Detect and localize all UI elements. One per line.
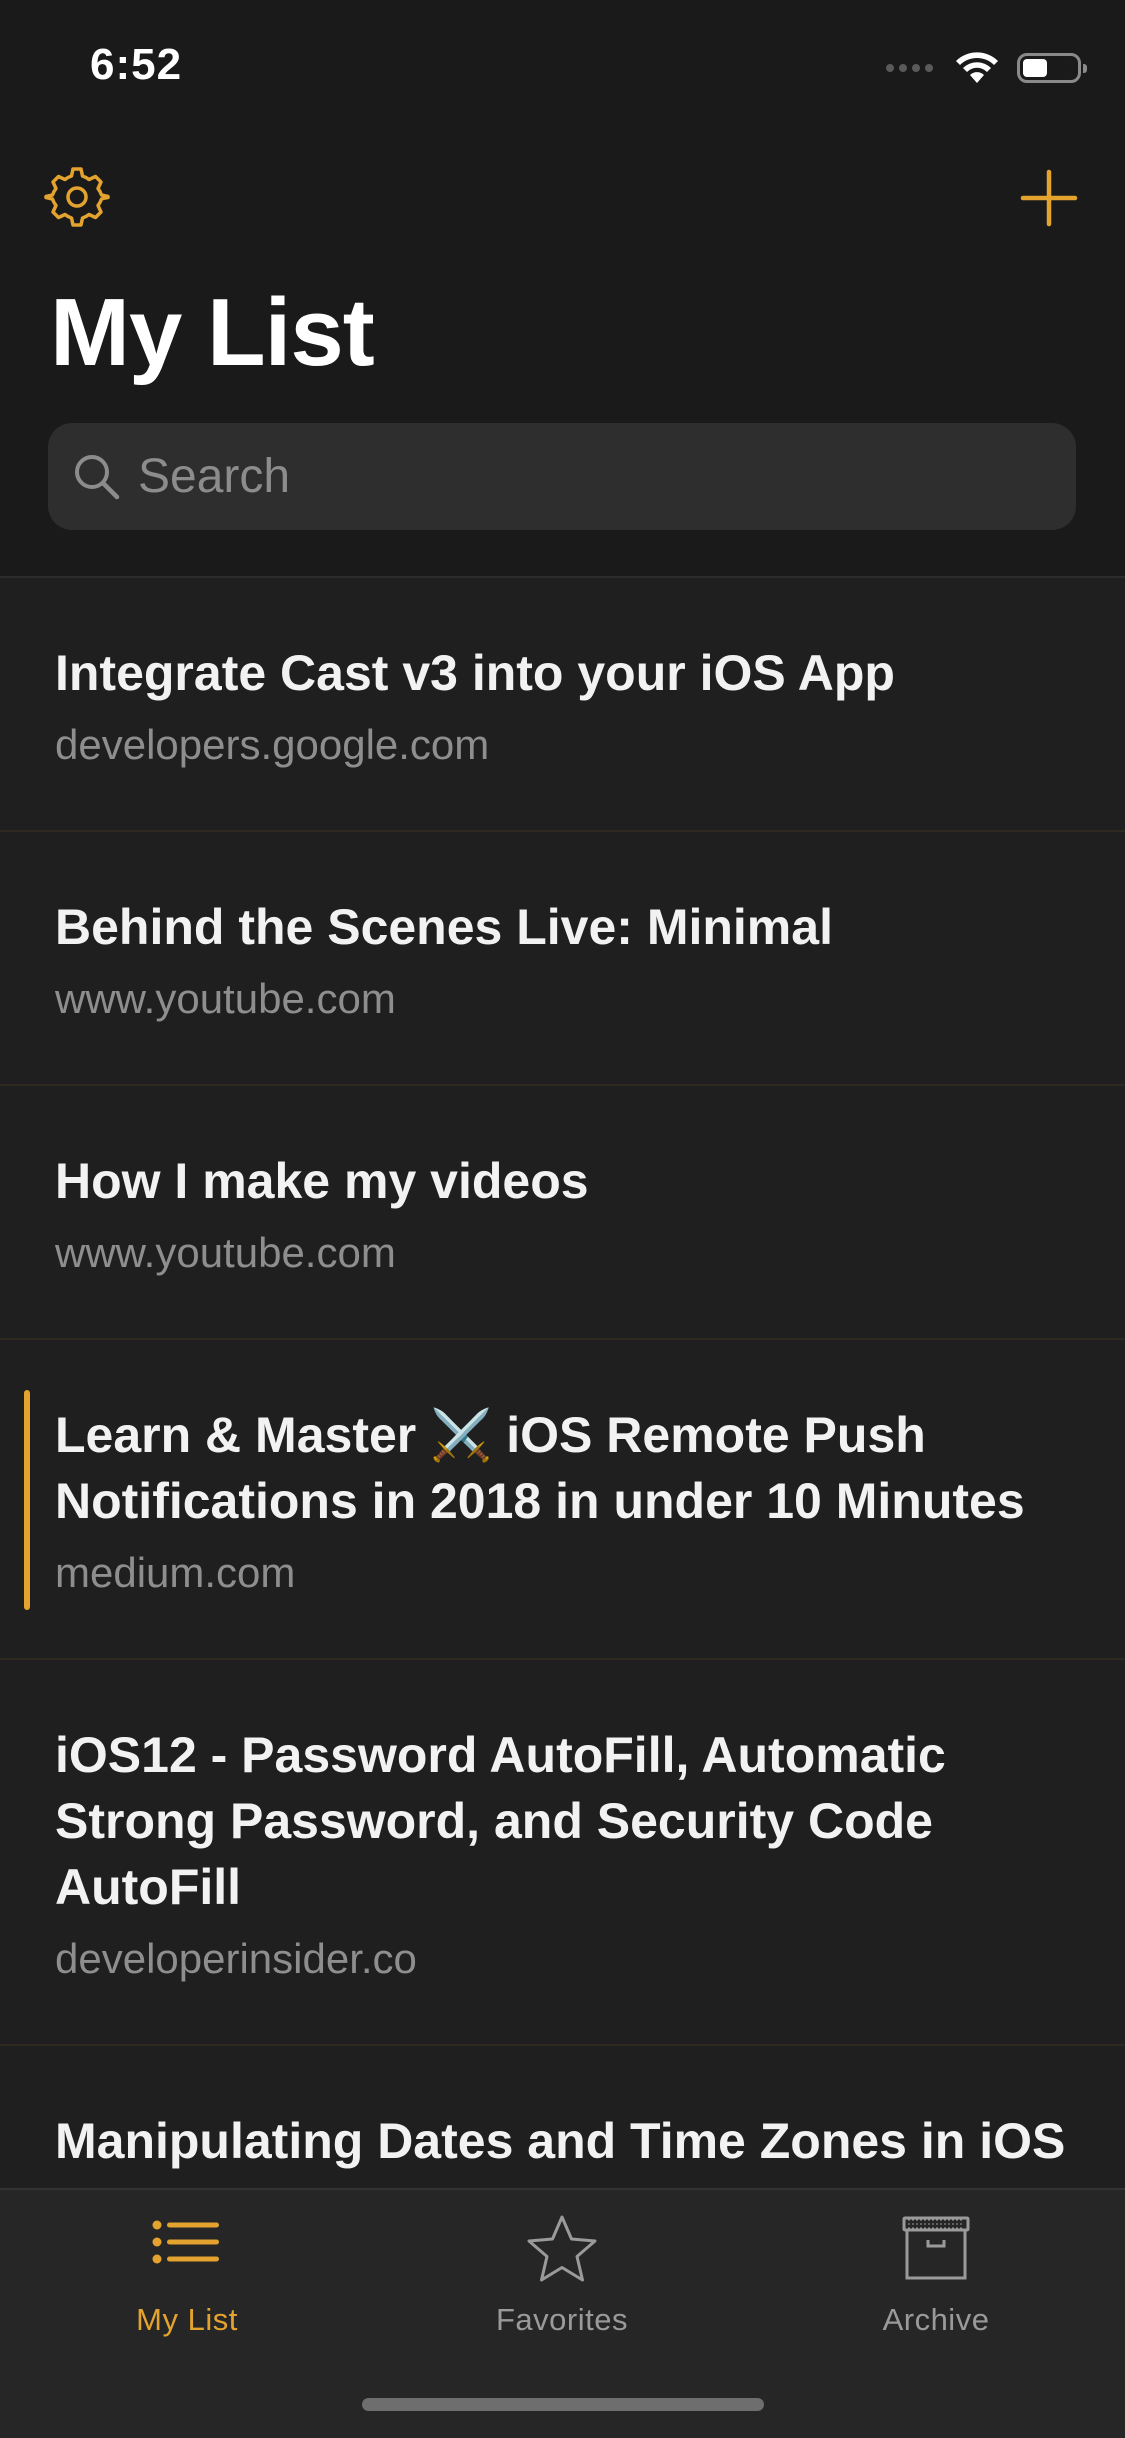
item-title: How I make my videos: [55, 1153, 589, 1209]
item-title: Integrate Cast v3 into your iOS App: [55, 645, 895, 701]
status-time: 6:52: [90, 40, 183, 89]
item-title: Learn & Master ⚔️ iOS Remote Push Notifi…: [55, 1407, 1025, 1529]
home-indicator: [362, 2398, 764, 2411]
list-item[interactable]: Integrate Cast v3 into your iOS App deve…: [0, 578, 1125, 832]
list-icon: [152, 2220, 219, 2264]
search-bar[interactable]: [48, 423, 1076, 530]
list-item[interactable]: Manipulating Dates and Time Zones in iOS: [0, 2046, 1125, 2190]
tab-favorites[interactable]: Favorites: [432, 2212, 692, 2338]
list-item[interactable]: Behind the Scenes Live: Minimal www.yout…: [0, 832, 1125, 1086]
search-icon: [75, 454, 120, 499]
tab-my-list[interactable]: My List: [57, 2212, 317, 2338]
tab-label: My List: [136, 2302, 238, 2337]
tab-label: Favorites: [496, 2302, 628, 2337]
item-domain: www.youtube.com: [55, 975, 396, 1022]
list-item[interactable]: How I make my videos www.youtube.com: [0, 1086, 1125, 1340]
gear-icon[interactable]: [44, 164, 110, 230]
item-title: iOS12 - Password AutoFill, Automatic Str…: [55, 1727, 946, 1915]
list-item[interactable]: iOS12 - Password AutoFill, Automatic Str…: [0, 1660, 1125, 2046]
item-domain: medium.com: [55, 1549, 296, 1596]
reading-list: Integrate Cast v3 into your iOS App deve…: [0, 576, 1125, 2190]
wifi-icon: [956, 52, 998, 83]
status-indicators: [886, 48, 1087, 88]
archive-box-icon: [902, 2216, 970, 2280]
item-title: Behind the Scenes Live: Minimal: [55, 899, 833, 955]
item-title: Manipulating Dates and Time Zones in iOS: [55, 2113, 1066, 2169]
item-domain: www.youtube.com: [55, 1229, 396, 1276]
cellular-signal-icon: [886, 64, 933, 72]
item-domain: developerinsider.co: [55, 1935, 417, 1982]
star-icon: [527, 2215, 597, 2282]
tab-archive[interactable]: Archive: [806, 2212, 1066, 2338]
tab-label: Archive: [882, 2302, 990, 2337]
list-item-marked[interactable]: Learn & Master ⚔️ iOS Remote Push Notifi…: [0, 1340, 1125, 1660]
header: 6:52 My List: [0, 0, 1125, 576]
search-input[interactable]: [138, 449, 1018, 504]
plus-icon[interactable]: [1017, 166, 1081, 230]
item-domain: developers.google.com: [55, 721, 490, 768]
page-title: My List: [50, 279, 375, 386]
battery-icon: [1017, 53, 1087, 83]
